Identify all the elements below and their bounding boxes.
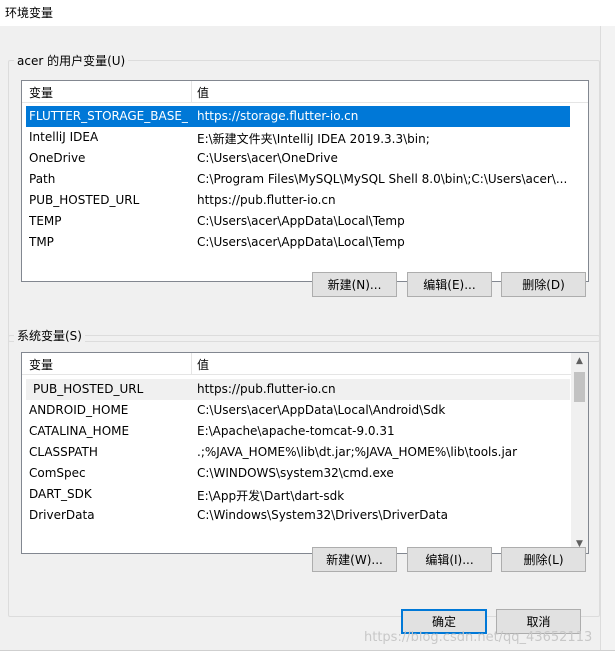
user-vars-row[interactable]: TMP C:\Users\acer\AppData\Local\Temp xyxy=(26,232,570,253)
var-name: CATALINA_HOME xyxy=(29,424,130,438)
var-name: PUB_HOSTED_URL xyxy=(33,382,144,396)
user-vars-group-label: acer 的用户变量(U) xyxy=(14,52,129,69)
var-value: https://pub.flutter-io.cn xyxy=(197,193,336,207)
var-name: ComSpec xyxy=(29,466,86,480)
var-name: DART_SDK xyxy=(29,487,92,501)
user-vars-list-header: 变量 值 xyxy=(22,81,588,103)
var-value: C:\WINDOWS\system32\cmd.exe xyxy=(197,466,394,480)
var-value: C:\Users\acer\OneDrive xyxy=(197,151,338,165)
var-value: E:\App开发\Dart\dart-sdk xyxy=(197,489,345,503)
var-name: ANDROID_HOME xyxy=(29,403,129,417)
user-new-button[interactable]: 新建(N)... xyxy=(312,272,397,297)
var-value: .;%JAVA_HOME%\lib\dt.jar;%JAVA_HOME%\lib… xyxy=(197,445,518,459)
var-name: CLASSPATH xyxy=(29,445,98,459)
user-vars-row[interactable]: Path C:\Program Files\MySQL\MySQL Shell … xyxy=(26,169,570,190)
var-name: TMP xyxy=(29,235,54,249)
scroll-up-icon[interactable]: ▲ xyxy=(571,353,588,370)
var-value: E:\新建文件夹\IntelliJ IDEA 2019.3.3\bin; xyxy=(197,132,430,146)
scroll-thumb[interactable] xyxy=(574,372,585,402)
user-edit-button[interactable]: 编辑(E)... xyxy=(407,272,492,297)
var-name: FLUTTER_STORAGE_BASE_... xyxy=(29,109,189,123)
system-vars-scrollbar[interactable]: ▲ ▼ xyxy=(571,353,588,553)
var-name: Path xyxy=(29,172,56,186)
system-vars-list[interactable]: 变量 值 PUB_HOSTED_URL https://pub.flutter-… xyxy=(21,352,589,554)
title-bar: 环境变量 xyxy=(0,0,615,26)
var-value: E:\Apache\apache-tomcat-9.0.31 xyxy=(197,424,395,438)
user-vars-row[interactable]: PUB_HOSTED_URL https://pub.flutter-io.cn xyxy=(26,190,570,211)
system-vars-row[interactable]: CLASSPATH .;%JAVA_HOME%\lib\dt.jar;%JAVA… xyxy=(26,442,570,463)
var-name: OneDrive xyxy=(29,151,86,165)
var-value: C:\Users\acer\AppData\Local\Temp xyxy=(197,214,405,228)
dialog-body: acer 的用户变量(U) 变量 值 FLUTTER_STORAGE_BASE_… xyxy=(0,26,600,650)
var-value: C:\Windows\System32\Drivers\DriverData xyxy=(197,508,448,522)
system-vars-group-label: 系统变量(S) xyxy=(14,327,85,344)
user-vars-row[interactable]: OneDrive C:\Users\acer\OneDrive xyxy=(26,148,570,169)
system-vars-row[interactable]: ComSpec C:\WINDOWS\system32\cmd.exe xyxy=(26,463,570,484)
background-window-strip xyxy=(600,26,615,650)
user-vars-col-var[interactable]: 变量 xyxy=(29,84,53,101)
user-vars-col-val[interactable]: 值 xyxy=(197,84,209,101)
var-value: C:\Users\acer\AppData\Local\Android\Sdk xyxy=(197,403,446,417)
var-name: DriverData xyxy=(29,508,95,522)
var-name: TEMP xyxy=(29,214,62,228)
user-vars-row[interactable]: TEMP C:\Users\acer\AppData\Local\Temp xyxy=(26,211,570,232)
system-vars-row[interactable]: DriverData C:\Windows\System32\Drivers\D… xyxy=(26,505,570,526)
system-new-button[interactable]: 新建(W)... xyxy=(312,547,397,572)
window-title: 环境变量 xyxy=(5,6,54,20)
watermark: https://blog.csdn.net/qq_43652113 xyxy=(364,630,593,645)
system-vars-row[interactable]: ANDROID_HOME C:\Users\acer\AppData\Local… xyxy=(26,400,570,421)
var-name: IntelliJ IDEA xyxy=(29,130,99,144)
system-vars-row[interactable]: PUB_HOSTED_URL https://pub.flutter-io.cn xyxy=(26,379,570,400)
user-vars-row[interactable]: FLUTTER_STORAGE_BASE_... https://storage… xyxy=(26,106,570,127)
system-vars-col-var[interactable]: 变量 xyxy=(29,356,53,373)
var-value: https://storage.flutter-io.cn xyxy=(197,109,359,123)
user-vars-list[interactable]: 变量 值 FLUTTER_STORAGE_BASE_... https://st… xyxy=(21,80,589,282)
system-vars-row[interactable]: DART_SDK E:\App开发\Dart\dart-sdk xyxy=(26,484,570,505)
var-name: PUB_HOSTED_URL xyxy=(29,193,140,207)
var-value: https://pub.flutter-io.cn xyxy=(197,382,336,396)
system-delete-button[interactable]: 删除(L) xyxy=(501,547,586,572)
user-delete-button[interactable]: 删除(D) xyxy=(501,272,586,297)
system-vars-list-header: 变量 值 xyxy=(22,353,571,375)
user-vars-row[interactable]: IntelliJ IDEA E:\新建文件夹\IntelliJ IDEA 201… xyxy=(26,127,570,148)
system-vars-row[interactable]: CATALINA_HOME E:\Apache\apache-tomcat-9.… xyxy=(26,421,570,442)
var-value: C:\Program Files\MySQL\MySQL Shell 8.0\b… xyxy=(197,172,567,186)
system-vars-col-val[interactable]: 值 xyxy=(197,356,209,373)
var-value: C:\Users\acer\AppData\Local\Temp xyxy=(197,235,405,249)
system-edit-button[interactable]: 编辑(I)... xyxy=(407,547,492,572)
